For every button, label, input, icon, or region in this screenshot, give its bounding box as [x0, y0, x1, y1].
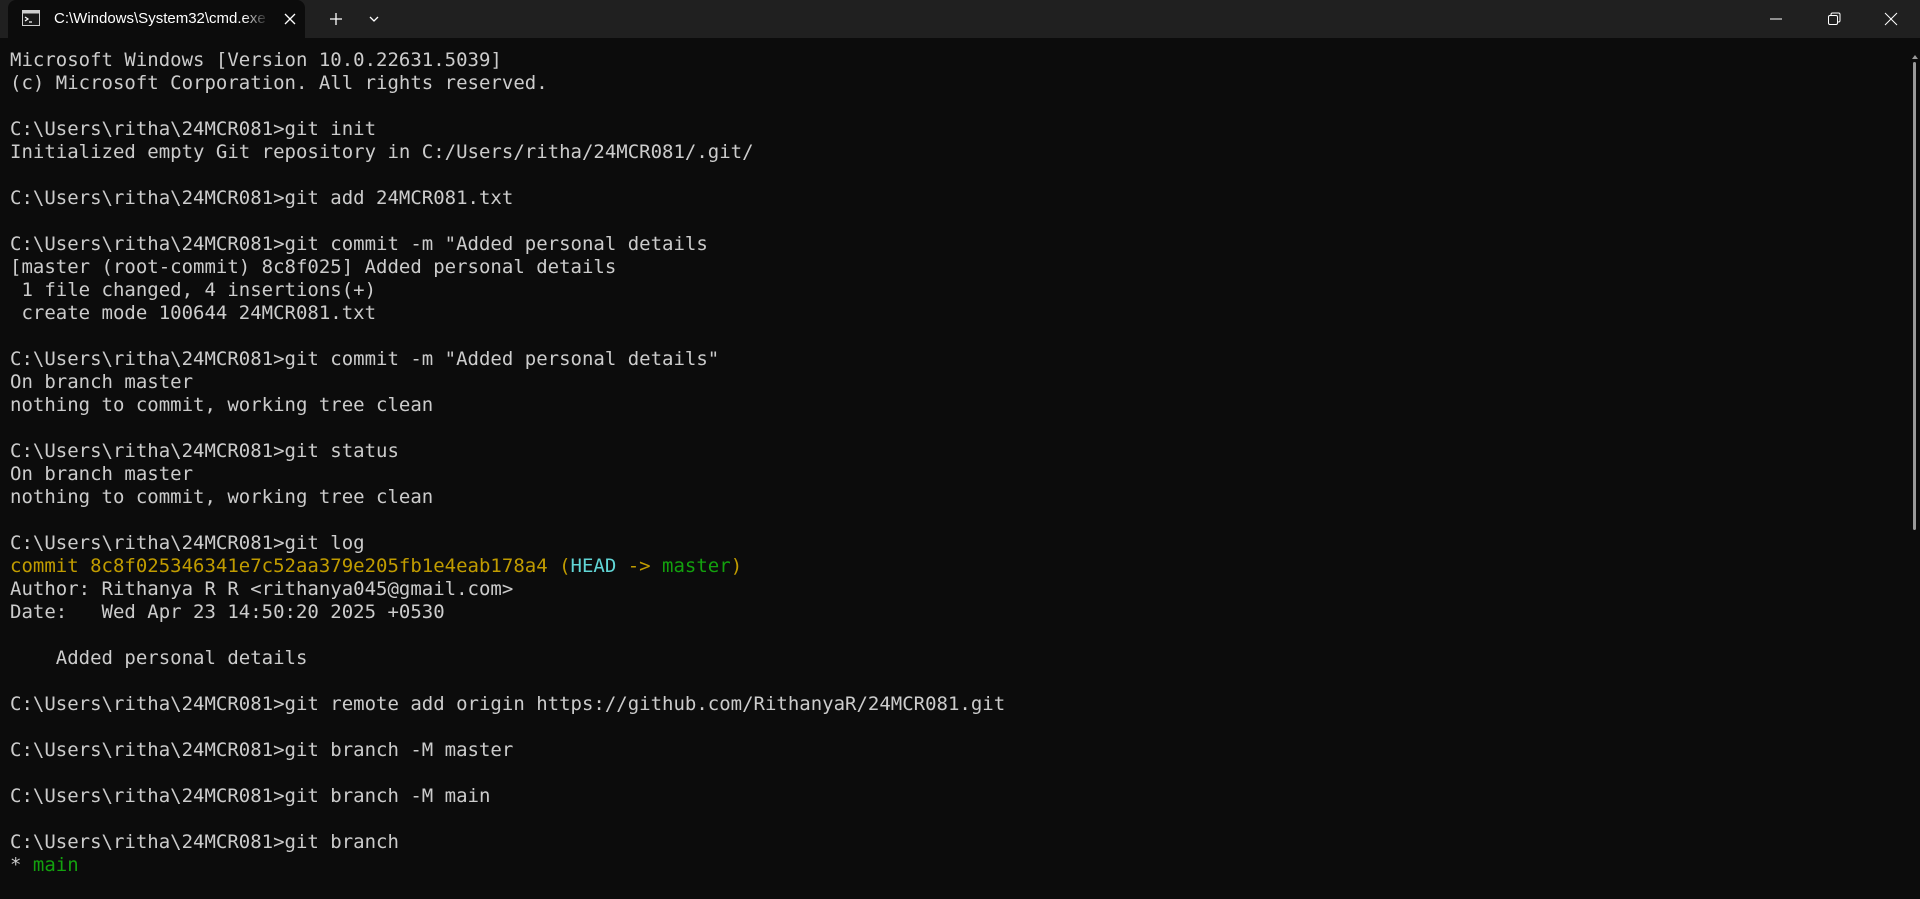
- commit-hash: commit 8c8f025346341e7c52aa379e205fb1e4e…: [10, 555, 571, 577]
- output-line: create mode 100644 24MCR081.txt: [10, 302, 377, 324]
- branch-list-line: * main: [10, 854, 79, 877]
- output-line: On branch master: [10, 463, 194, 485]
- tab-cmd[interactable]: C:\Windows\System32\cmd.exe: [8, 0, 305, 38]
- head-ref: HEAD: [570, 555, 617, 577]
- output-line: 1 file changed, 4 insertions(+): [10, 279, 377, 301]
- output-line: Added personal details: [10, 647, 308, 669]
- prompt-line: C:\Users\ritha\24MCR081>git remote add o…: [10, 693, 1006, 715]
- terminal-output[interactable]: Microsoft Windows [Version 10.0.22631.50…: [0, 38, 1910, 899]
- restore-button[interactable]: [1805, 0, 1863, 38]
- prompt-line: C:\Users\ritha\24MCR081>git branch -M ma…: [10, 785, 491, 807]
- close-window-button[interactable]: [1862, 0, 1920, 38]
- prompt-line: C:\Users\ritha\24MCR081>git commit -m "A…: [10, 348, 720, 370]
- scroll-up-icon[interactable]: [1912, 47, 1918, 59]
- output-line: nothing to commit, working tree clean: [10, 394, 434, 416]
- ref-arrow: ->: [616, 555, 663, 577]
- prompt-line: C:\Users\ritha\24MCR081>git branch: [10, 831, 399, 853]
- restore-icon: [1828, 12, 1841, 25]
- prompt-line: C:\Users\ritha\24MCR081>git log: [10, 532, 365, 554]
- output-line: Microsoft Windows [Version 10.0.22631.50…: [10, 49, 502, 71]
- prompt-line: C:\Users\ritha\24MCR081>git status: [10, 440, 399, 462]
- prompt-line: C:\Users\ritha\24MCR081>git init: [10, 118, 377, 140]
- scroll-thumb[interactable]: [1913, 62, 1916, 530]
- current-branch-marker: *: [10, 854, 33, 876]
- minimize-button[interactable]: [1747, 0, 1805, 38]
- close-icon[interactable]: [280, 9, 300, 29]
- cmd-icon: [22, 10, 40, 26]
- prompt-line: C:\Users\ritha\24MCR081>git commit -m "A…: [10, 233, 708, 255]
- output-line: Date: Wed Apr 23 14:50:20 2025 +0530: [10, 601, 445, 623]
- output-line: (c) Microsoft Corporation. All rights re…: [10, 72, 548, 94]
- prompt-line: C:\Users\ritha\24MCR081>git add 24MCR081…: [10, 187, 514, 209]
- prompt-line: C:\Users\ritha\24MCR081>git branch -M ma…: [10, 739, 514, 761]
- terminal-window: C:\Windows\System32\cmd.exe Microsoft Wi…: [0, 0, 1920, 899]
- ref-close: ): [730, 555, 743, 577]
- minimize-icon: [1770, 18, 1782, 20]
- title-bar[interactable]: C:\Windows\System32\cmd.exe: [0, 0, 1920, 38]
- close-icon: [1884, 12, 1898, 26]
- output-line: [master (root-commit) 8c8f025] Added per…: [10, 256, 617, 278]
- current-branch-name: main: [32, 854, 79, 876]
- output-line: Initialized empty Git repository in C:/U…: [10, 141, 754, 163]
- output-line: nothing to commit, working tree clean: [10, 486, 434, 508]
- commit-line: commit 8c8f025346341e7c52aa379e205fb1e4e…: [10, 555, 742, 578]
- chevron-down-icon[interactable]: [362, 9, 386, 29]
- plus-icon[interactable]: [322, 9, 350, 29]
- tab-title: C:\Windows\System32\cmd.exe: [54, 10, 266, 27]
- branch-ref: master: [662, 555, 731, 577]
- output-line: Author: Rithanya R R <rithanya045@gmail.…: [10, 578, 514, 600]
- output-line: On branch master: [10, 371, 194, 393]
